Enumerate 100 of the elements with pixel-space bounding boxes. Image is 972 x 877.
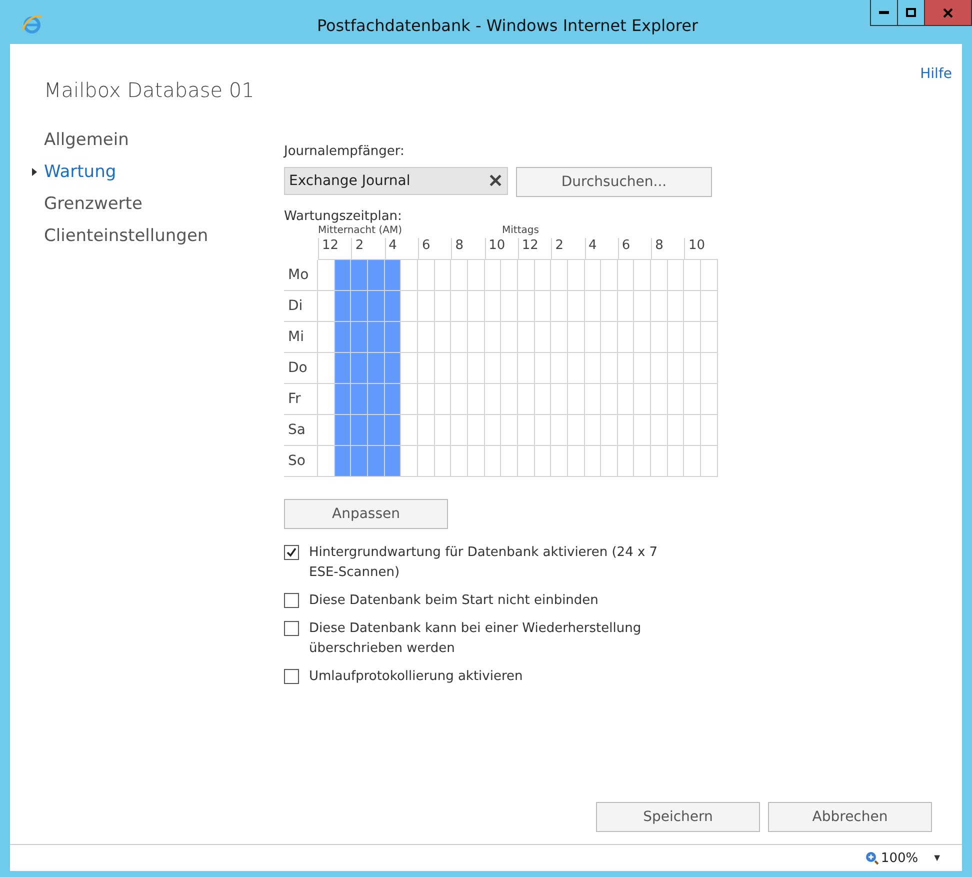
schedule-slot[interactable] [351, 415, 368, 446]
schedule-slot[interactable] [618, 291, 634, 322]
schedule-slot[interactable] [701, 291, 718, 322]
schedule-slot[interactable] [568, 291, 584, 322]
schedule-slot[interactable] [418, 415, 435, 446]
schedule-slot[interactable] [551, 415, 568, 446]
schedule-slot[interactable] [418, 260, 435, 291]
zoom-level[interactable]: 100% [864, 850, 918, 866]
schedule-slot[interactable] [434, 384, 452, 415]
schedule-slot[interactable] [484, 353, 502, 384]
schedule-slot[interactable] [601, 415, 618, 446]
schedule-slot[interactable] [634, 322, 652, 353]
schedule-slot[interactable] [418, 353, 435, 384]
schedule-slot[interactable] [501, 260, 518, 291]
schedule-slot[interactable] [501, 384, 518, 415]
close-button[interactable] [924, 0, 972, 26]
schedule-slot[interactable] [568, 446, 584, 477]
schedule-slot[interactable] [368, 384, 385, 415]
schedule-slot[interactable] [634, 353, 652, 384]
schedule-slot[interactable] [418, 291, 435, 322]
schedule-slot[interactable] [384, 260, 402, 291]
minimize-button[interactable] [870, 0, 898, 26]
schedule-slot[interactable] [668, 260, 684, 291]
schedule-slot[interactable] [634, 384, 652, 415]
schedule-slot[interactable] [684, 353, 702, 384]
schedule-slot[interactable] [468, 322, 485, 353]
schedule-slot[interactable] [584, 415, 602, 446]
schedule-slot[interactable] [634, 260, 652, 291]
schedule-slot[interactable] [601, 260, 618, 291]
schedule-slot[interactable] [518, 260, 535, 291]
schedule-slot[interactable] [534, 260, 552, 291]
schedule-slot[interactable] [384, 322, 402, 353]
schedule-slot[interactable] [384, 291, 402, 322]
schedule-slot[interactable] [534, 415, 552, 446]
schedule-slot[interactable] [701, 322, 718, 353]
schedule-slot[interactable] [318, 384, 335, 415]
schedule-slot[interactable] [334, 291, 352, 322]
schedule-slot[interactable] [484, 415, 502, 446]
schedule-slot[interactable] [351, 446, 368, 477]
schedule-slot[interactable] [468, 446, 485, 477]
schedule-slot[interactable] [668, 446, 684, 477]
schedule-slot[interactable] [651, 260, 668, 291]
schedule-slot[interactable] [584, 260, 602, 291]
schedule-slot[interactable] [334, 415, 352, 446]
schedule-slot[interactable] [334, 353, 352, 384]
schedule-slot[interactable] [551, 446, 568, 477]
schedule-slot[interactable] [418, 384, 435, 415]
schedule-slot[interactable] [434, 353, 452, 384]
help-link[interactable]: Hilfe [920, 66, 952, 82]
schedule-slot[interactable] [634, 415, 652, 446]
schedule-slot[interactable] [368, 291, 385, 322]
schedule-slot[interactable] [484, 322, 502, 353]
schedule-slot[interactable] [401, 260, 418, 291]
schedule-grid[interactable]: 12 2 4 6 8 10 12 2 4 6 8 10 Mo Di Mi Do Fr Sa So [284, 238, 718, 477]
schedule-slot[interactable] [668, 353, 684, 384]
schedule-slot[interactable] [368, 415, 385, 446]
schedule-slot[interactable] [434, 322, 452, 353]
schedule-slot[interactable] [334, 384, 352, 415]
schedule-slot[interactable] [534, 291, 552, 322]
schedule-slot[interactable] [468, 415, 485, 446]
schedule-slot[interactable] [434, 260, 452, 291]
schedule-slot[interactable] [584, 291, 602, 322]
schedule-slot[interactable] [468, 291, 485, 322]
schedule-slot[interactable] [634, 291, 652, 322]
schedule-slot[interactable] [651, 291, 668, 322]
schedule-slot[interactable] [684, 446, 702, 477]
schedule-slot[interactable] [468, 384, 485, 415]
schedule-slot[interactable] [668, 415, 684, 446]
schedule-slot[interactable] [384, 384, 402, 415]
schedule-slot[interactable] [501, 446, 518, 477]
schedule-slot[interactable] [518, 446, 535, 477]
schedule-slot[interactable] [451, 322, 468, 353]
schedule-slot[interactable] [334, 260, 352, 291]
schedule-slot[interactable] [318, 260, 335, 291]
schedule-slot[interactable] [618, 384, 634, 415]
nav-item[interactable]: Wartung [44, 160, 116, 184]
schedule-slot[interactable] [501, 322, 518, 353]
schedule-slot[interactable] [468, 353, 485, 384]
schedule-slot[interactable] [351, 353, 368, 384]
schedule-slot[interactable] [318, 415, 335, 446]
schedule-slot[interactable] [584, 446, 602, 477]
nav-item[interactable]: Clienteinstellungen [44, 224, 208, 248]
schedule-slot[interactable] [484, 291, 502, 322]
nav-item[interactable]: Allgemein [44, 128, 129, 152]
schedule-slot[interactable] [634, 446, 652, 477]
schedule-slot[interactable] [701, 260, 718, 291]
schedule-slot[interactable] [451, 260, 468, 291]
schedule-slot[interactable] [351, 384, 368, 415]
schedule-slot[interactable] [384, 415, 402, 446]
schedule-slot[interactable] [451, 415, 468, 446]
schedule-slot[interactable] [368, 322, 385, 353]
schedule-slot[interactable] [618, 353, 634, 384]
schedule-slot[interactable] [701, 353, 718, 384]
schedule-slot[interactable] [601, 322, 618, 353]
schedule-slot[interactable] [401, 291, 418, 322]
schedule-slot[interactable] [318, 446, 335, 477]
schedule-slot[interactable] [384, 446, 402, 477]
schedule-slot[interactable] [401, 353, 418, 384]
schedule-slot[interactable] [418, 446, 435, 477]
schedule-slot[interactable] [318, 291, 335, 322]
